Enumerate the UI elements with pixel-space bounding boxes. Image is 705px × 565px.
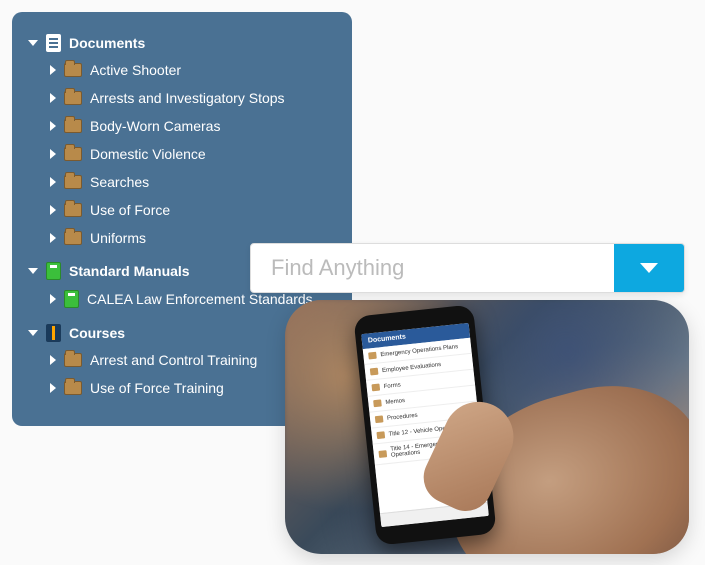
chevron-right-icon <box>50 205 56 215</box>
tree-item-body-worn-cameras[interactable]: Body-Worn Cameras <box>48 112 338 140</box>
chevron-right-icon <box>50 93 56 103</box>
chevron-down-icon <box>28 330 38 336</box>
folder-icon <box>64 175 82 189</box>
chevron-down-icon <box>640 263 658 273</box>
tree-item-label: Use of Force <box>90 202 170 218</box>
tree-item-domestic-violence[interactable]: Domestic Violence <box>48 140 338 168</box>
folder-icon <box>64 231 82 245</box>
tree-item-label: Arrest and Control Training <box>90 352 257 368</box>
chevron-right-icon <box>50 177 56 187</box>
search-dropdown-button[interactable] <box>614 244 684 292</box>
chevron-right-icon <box>50 121 56 131</box>
tree-item-label: Active Shooter <box>90 62 181 78</box>
section-label: Courses <box>69 325 125 341</box>
tree-header-documents[interactable]: Documents <box>26 30 338 56</box>
folder-icon <box>64 63 82 77</box>
folder-icon <box>370 368 379 376</box>
manual-icon <box>46 262 61 280</box>
chevron-right-icon <box>50 149 56 159</box>
folder-icon <box>375 415 384 423</box>
folder-icon <box>64 147 82 161</box>
section-label: Documents <box>69 35 145 51</box>
tree-item-label: Searches <box>90 174 149 190</box>
chevron-right-icon <box>50 383 56 393</box>
tree-item-label: Body-Worn Cameras <box>90 118 220 134</box>
tree-item-label: Arrests and Investigatory Stops <box>90 90 285 106</box>
chevron-right-icon <box>50 294 56 304</box>
course-icon <box>46 324 61 342</box>
document-icon <box>46 34 61 52</box>
folder-icon <box>64 381 82 395</box>
chevron-right-icon <box>50 65 56 75</box>
tree-item-active-shooter[interactable]: Active Shooter <box>48 56 338 84</box>
section-label: Standard Manuals <box>69 263 190 279</box>
folder-icon <box>371 384 380 392</box>
folder-icon <box>373 399 382 407</box>
folder-icon <box>64 91 82 105</box>
tree-children: Active Shooter Arrests and Investigatory… <box>26 56 338 252</box>
chevron-down-icon <box>28 40 38 46</box>
search-bar <box>250 243 685 293</box>
folder-icon <box>64 119 82 133</box>
search-input[interactable] <box>251 244 614 292</box>
tree-item-label: Domestic Violence <box>90 146 206 162</box>
folder-icon <box>64 353 82 367</box>
tree-item-label: CALEA Law Enforcement Standards <box>87 291 313 307</box>
folder-icon <box>376 431 385 439</box>
folder-icon <box>64 203 82 217</box>
chevron-down-icon <box>28 268 38 274</box>
chevron-right-icon <box>50 233 56 243</box>
chevron-right-icon <box>50 355 56 365</box>
tree-item-label: Uniforms <box>90 230 146 246</box>
folder-icon <box>368 352 377 360</box>
manual-icon <box>64 290 79 308</box>
tree-item-searches[interactable]: Searches <box>48 168 338 196</box>
tree-item-label: Use of Force Training <box>90 380 224 396</box>
folder-icon <box>378 450 387 458</box>
tree-item-use-of-force[interactable]: Use of Force <box>48 196 338 224</box>
tree-section-documents: Documents Active Shooter Arrests and Inv… <box>26 30 338 252</box>
phone-preview-image: Documents Emergency Operations Plans Emp… <box>285 300 689 554</box>
tree-item-arrests[interactable]: Arrests and Investigatory Stops <box>48 84 338 112</box>
